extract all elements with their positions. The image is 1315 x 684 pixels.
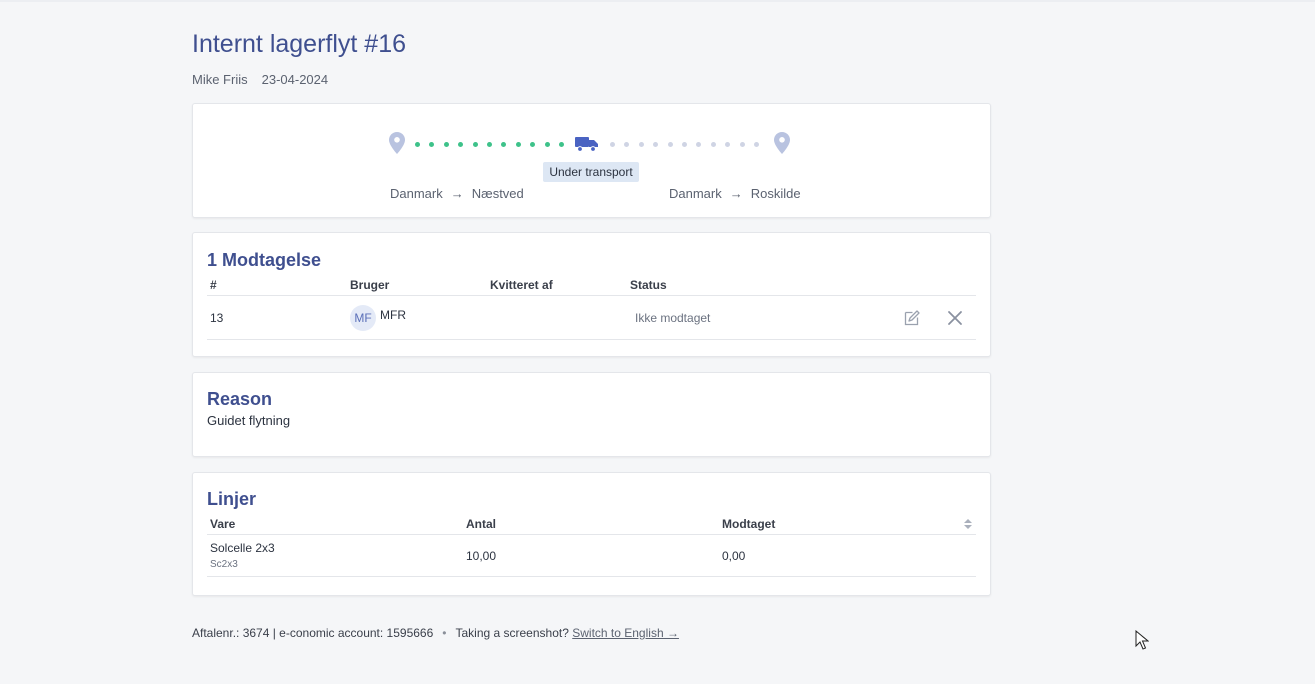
lines-card: Linjer Vare Antal Modtaget Solcelle 2x3 … (192, 472, 991, 596)
progress-dot-pending (739, 142, 745, 147)
progress-dot-pending (725, 142, 731, 147)
user-initials: MFR (380, 307, 406, 322)
account-info: Aftalenr.: 3674 | e-conomic account: 159… (192, 626, 434, 640)
col-user: Bruger (347, 275, 487, 296)
receipt-acknowledged-by (487, 295, 627, 340)
page-title: Internt lagerflyt #16 (192, 30, 407, 58)
progress-dot-pending (696, 142, 702, 147)
col-quantity: Antal (463, 514, 719, 535)
origin-warehouse: Næstved (471, 186, 524, 201)
receipts-header-row: # Bruger Kvitteret af Status (207, 275, 976, 296)
mouse-cursor-icon (1135, 630, 1149, 650)
origin-location: Danmark → Næstved (390, 186, 524, 201)
lines-header-row: Vare Antal Modtaget (207, 514, 976, 535)
destination-location-pin-icon (774, 132, 790, 154)
destination-location: Danmark → Roskilde (669, 186, 801, 201)
table-row[interactable]: Solcelle 2x3 Sc2x3 10,00 0,00 (207, 534, 976, 577)
edit-icon[interactable] (903, 309, 921, 327)
line-item: Solcelle 2x3 Sc2x3 (207, 534, 463, 577)
col-item: Vare (207, 514, 463, 535)
progress-dot-done (530, 142, 536, 147)
lines-table: Vare Antal Modtaget Solcelle 2x3 Sc2x3 1… (207, 514, 976, 577)
col-received-label: Modtaget (722, 517, 776, 531)
sort-icon[interactable] (964, 519, 972, 529)
col-acknowledged-by: Kvitteret af (487, 275, 627, 296)
col-actions (860, 275, 976, 296)
transport-card: Under transport Danmark → Næstved Danmark →… (192, 103, 991, 218)
top-border (0, 0, 1315, 2)
origin-arrow: → (450, 186, 464, 201)
reason-card: Reason Guidet flytning (192, 372, 991, 457)
receipts-card: 1 Modtagelse # Bruger Kvitteret af Statu… (192, 232, 991, 357)
footer: Aftalenr.: 3674 | e-conomic account: 159… (192, 626, 679, 640)
progress-dot-done (443, 142, 449, 147)
progress-dot-pending (610, 142, 615, 147)
col-number: # (207, 275, 347, 296)
reason-text: Guidet flytning (207, 413, 291, 428)
screenshot-prompt: Taking a screenshot? (455, 626, 569, 640)
switch-language-link[interactable]: Switch to English → (572, 626, 679, 640)
progress-dot-pending (638, 142, 644, 147)
destination-country: Danmark (669, 186, 722, 201)
progress-dot-pending (624, 142, 630, 147)
progress-dot-pending (682, 142, 687, 147)
author-name: Mike Friis (192, 72, 248, 87)
progress-dot-done (472, 142, 478, 147)
progress-dot-done (501, 142, 507, 147)
progress-dot-done (429, 142, 435, 147)
truck-icon (575, 137, 598, 152)
status-badge: Under transport (543, 162, 639, 182)
receipt-actions (860, 295, 976, 340)
receipts-heading: 1 Modtagelse (207, 250, 322, 270)
origin-country: Danmark (390, 186, 443, 201)
line-quantity: 10,00 (463, 534, 719, 577)
item-name: Solcelle 2x3 (210, 541, 275, 555)
close-icon[interactable] (946, 309, 964, 327)
progress-dot-pending (754, 142, 759, 147)
progress-dot-done (415, 142, 420, 147)
progress-dot-pending (653, 142, 659, 147)
item-sku: Sc2x3 (210, 559, 238, 570)
receipt-number: 13 (207, 295, 347, 340)
progress-dot-pending (667, 142, 673, 147)
progress-dot-done (515, 142, 521, 147)
created-date: 23-04-2024 (261, 72, 329, 87)
line-received: 0,00 (719, 534, 976, 577)
table-row[interactable]: 13 MF MFR Ikke modtaget (207, 295, 976, 340)
progress-dot-done (458, 142, 464, 147)
col-status: Status (627, 275, 860, 296)
destination-warehouse: Roskilde (750, 186, 801, 201)
receipts-table: # Bruger Kvitteret af Status 13 MF MFR Ik… (207, 275, 976, 340)
lines-heading: Linjer (207, 489, 257, 509)
footer-separator: • (442, 626, 447, 640)
avatar: MF (350, 304, 376, 331)
col-received[interactable]: Modtaget (719, 514, 976, 535)
receipt-status: Ikke modtaget (627, 295, 860, 340)
destination-arrow: → (729, 186, 743, 201)
origin-location-pin-icon (389, 132, 405, 154)
progress-dot-done (487, 142, 492, 147)
page-meta: Mike Friis 23-04-2024 (192, 72, 328, 87)
transport-progress (389, 132, 799, 156)
receipt-user: MF MFR (347, 295, 487, 340)
reason-heading: Reason (207, 389, 273, 409)
progress-dot-done (544, 142, 550, 147)
progress-dot-done (559, 142, 564, 147)
progress-dot-pending (710, 142, 716, 147)
